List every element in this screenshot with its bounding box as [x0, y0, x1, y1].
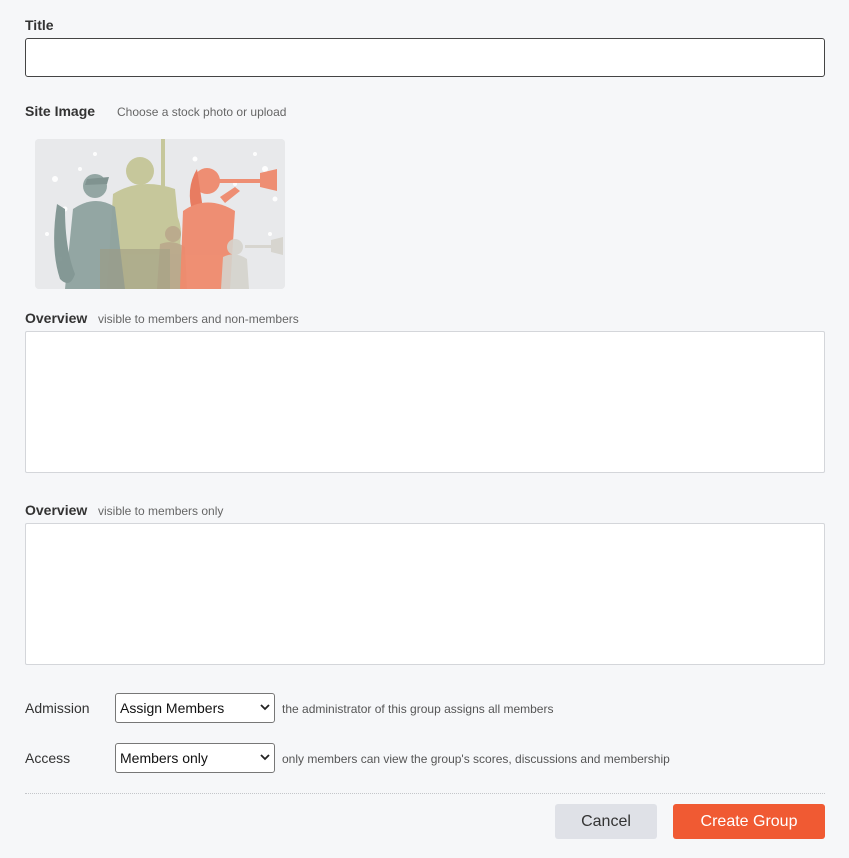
chevron-down-icon	[260, 702, 270, 714]
overview-private-hint: visible to members only	[98, 504, 224, 518]
cancel-button[interactable]: Cancel	[555, 804, 657, 839]
site-image-picker[interactable]	[35, 139, 285, 289]
jazz-band-illustration	[35, 139, 285, 289]
overview-public-label: Overview	[25, 310, 88, 326]
access-label: Access	[25, 750, 71, 766]
admission-description: the administrator of this group assigns …	[282, 702, 554, 716]
create-group-button[interactable]: Create Group	[673, 804, 825, 839]
access-select[interactable]: Members only	[115, 743, 275, 773]
title-input[interactable]	[25, 38, 825, 77]
title-label: Title	[25, 17, 54, 33]
access-selected-value: Members only	[120, 750, 208, 766]
overview-private-textarea[interactable]	[25, 523, 825, 665]
footer-divider	[25, 793, 825, 794]
admission-select[interactable]: Assign Members	[115, 693, 275, 723]
overview-public-textarea[interactable]	[25, 331, 825, 473]
chevron-down-icon	[260, 752, 270, 764]
overview-private-label: Overview	[25, 502, 88, 518]
admission-label: Admission	[25, 700, 90, 716]
access-description: only members can view the group's scores…	[282, 752, 670, 766]
overview-public-hint: visible to members and non-members	[98, 312, 299, 326]
site-image-label: Site Image	[25, 103, 96, 119]
admission-selected-value: Assign Members	[120, 700, 225, 716]
site-image-hint: Choose a stock photo or upload	[117, 105, 287, 119]
